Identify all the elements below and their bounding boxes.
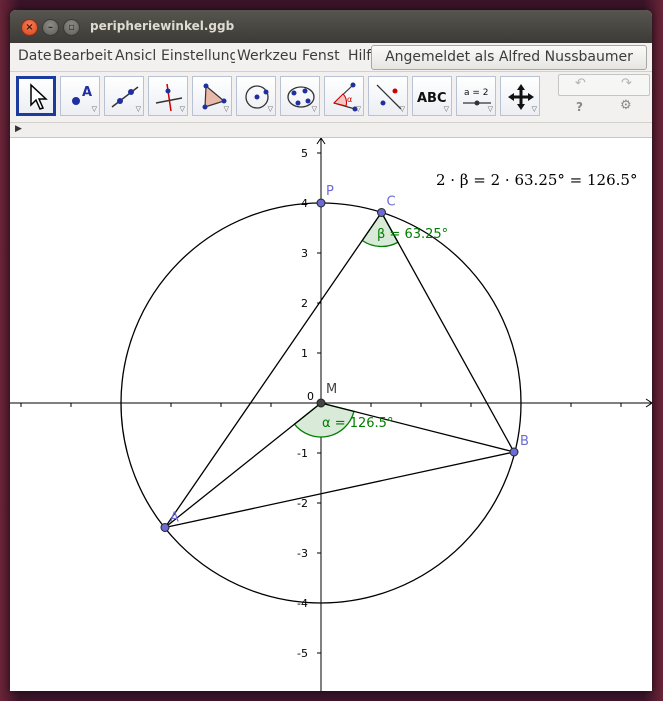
svg-text:a = 2: a = 2 [464, 88, 489, 98]
svg-text:α: α [347, 95, 352, 104]
window-title: peripheriewinkel.ggb [90, 19, 235, 33]
menu-view[interactable]: Ansicl [115, 48, 159, 64]
angle-tool-button[interactable]: α ▽ [324, 76, 364, 116]
triangle-abc[interactable] [163, 211, 515, 529]
angle-alpha-label[interactable]: α = 126.5° [322, 416, 393, 431]
menu-tools[interactable]: Werkzeu [237, 48, 299, 64]
reflect-tool-button[interactable]: ▽ [368, 76, 408, 116]
undo-redo-group: ↶ ↷ [558, 74, 650, 96]
app-window: × – ▫ peripheriewinkel.ggb Date Bearbeit… [10, 10, 652, 691]
point-b[interactable] [509, 447, 519, 457]
expand-arrow-icon[interactable]: ▶ [15, 124, 22, 134]
menu-help[interactable]: Hilfe [348, 48, 372, 64]
y-tick-label: 5 [301, 147, 308, 160]
origin-label: 0 [307, 390, 314, 403]
point-label-a[interactable]: A [170, 511, 179, 526]
conic-tool-button[interactable]: ▽ [280, 76, 320, 116]
text-tool-button[interactable]: ABC ▽ [412, 76, 452, 116]
point-c[interactable] [377, 208, 386, 217]
formula-text[interactable]: 2 · β = 2 · 63.25° = 126.5° [436, 171, 637, 189]
svg-text:ABC: ABC [417, 91, 447, 106]
graphics-view[interactable]: 5 4 3 2 1 -1 -2 -3 -4 -5 PCMBA 0 β = 63.25° α = 1… [10, 138, 652, 691]
svg-text:A: A [82, 85, 92, 100]
move-view-tool-button[interactable]: ▽ [500, 76, 540, 116]
menu-bar: Date Bearbeit Ansicl Einstellung Werkzeu… [10, 43, 652, 72]
angle-beta-label[interactable]: β = 63.25° [377, 227, 448, 242]
minimize-button[interactable]: – [42, 19, 59, 36]
style-bar-toggle[interactable]: ▶ [10, 122, 652, 138]
point-tool-button[interactable]: A ▽ [60, 76, 100, 116]
y-tick-label: -3 [297, 547, 308, 560]
perpendicular-tool-button[interactable]: ▽ [148, 76, 188, 116]
y-tick-label: -4 [297, 597, 308, 610]
y-tick-label: 3 [301, 247, 308, 260]
line-tool-button[interactable]: ▽ [104, 76, 144, 116]
polygon-tool-button[interactable]: ▽ [192, 76, 232, 116]
point-label-p[interactable]: P [326, 184, 334, 199]
y-tick-label: -5 [297, 647, 308, 660]
help-icon[interactable]: ? [576, 100, 583, 114]
close-button[interactable]: × [21, 19, 38, 36]
y-tick-label: 1 [301, 347, 308, 360]
slider-tool-button[interactable]: a = 2 ▽ [456, 76, 496, 116]
menu-window[interactable]: Fenst [302, 48, 346, 64]
point-label-c[interactable]: C [387, 195, 396, 210]
circle-tool-button[interactable]: ▽ [236, 76, 276, 116]
y-tick-label: -1 [297, 447, 308, 460]
point-a[interactable] [160, 523, 170, 532]
maximize-button[interactable]: ▫ [63, 19, 80, 36]
menu-file[interactable]: Date [18, 48, 52, 64]
move-tool-button[interactable] [16, 76, 56, 116]
point-p[interactable] [316, 198, 326, 208]
title-bar: × – ▫ peripheriewinkel.ggb [10, 10, 652, 43]
login-button[interactable]: Angemeldet als Alfred Nussbaumer [371, 45, 647, 70]
menu-settings[interactable]: Einstellung [161, 48, 235, 64]
gear-icon[interactable]: ⚙ [620, 98, 632, 113]
point-label-m[interactable]: M [326, 382, 337, 397]
arrow-cursor-icon [30, 83, 48, 110]
redo-icon[interactable]: ↷ [621, 76, 632, 91]
geometry-canvas[interactable]: 54321-1-2-3-4-5 PCMBA 0 β = 63.25° α = 1… [10, 138, 652, 691]
y-tick-label: 2 [301, 297, 308, 310]
point-label-b[interactable]: B [520, 434, 529, 449]
undo-icon[interactable]: ↶ [575, 76, 586, 91]
point-m[interactable] [316, 398, 326, 408]
toolbar: A ▽ ▽ ▽ ▽ ▽ ▽ α ▽ ▽ ABC ▽ a = 2 ▽ ▽ ↶ ↷ … [10, 72, 652, 122]
menu-edit[interactable]: Bearbeit [53, 48, 113, 64]
